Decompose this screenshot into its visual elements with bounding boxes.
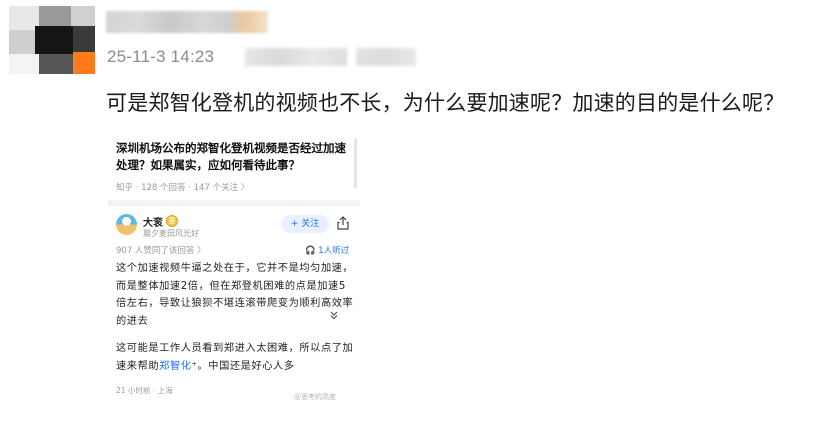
post-text: 可是郑智化登机的视频也不长，为什么要加速呢？加速的目的是什么呢？ [106, 91, 785, 115]
post-location-blurred [356, 48, 416, 66]
vote-count: 907 人赞同了该回答 〉 [116, 246, 206, 256]
follow-button: + 关注 [281, 215, 329, 233]
expand-chevron-icon [330, 311, 338, 320]
scroll-indicator [354, 138, 357, 188]
answerer-avatar [116, 214, 137, 235]
post-source-blurred [245, 48, 347, 66]
question-title: 深圳机场公布的郑智化登机视频是否经过加速 处理？如果属实，应如何看待此事？ [116, 141, 346, 172]
answerer-bio: 晨夕麦田风光好 [143, 229, 199, 238]
share-icon [337, 216, 349, 230]
answer-paragraph-1: 这个加速视频牛逼之处在于，它并不是均匀加速， 而是整体加速2倍，但在郑登机困难的… [116, 263, 354, 327]
username-blurred[interactable] [106, 11, 268, 33]
watermark: @思考的高度 [294, 393, 336, 401]
embedded-screenshot[interactable]: 深圳机场公布的郑智化登机视频是否经过加速 处理？如果属实，应如何看待此事？ 知乎… [108, 130, 360, 410]
post-timestamp: 25-11-3 14:23 [107, 47, 215, 66]
zheng-zhihua-link: 郑智化 [159, 360, 192, 372]
listen-count: 🎧 1人听过 [305, 246, 350, 256]
answer-paragraph-2: 这可能是工作人员看到郑进入太困难，所以点了加 速来帮助郑智化⁺。中国还是好心人多 [116, 343, 354, 372]
badge-icon: 答 [166, 215, 178, 227]
answer-footer: 21 小时前 · 上海 [116, 386, 173, 395]
avatar[interactable] [9, 6, 95, 74]
answerer-name: 大衮 [143, 218, 163, 229]
divider [108, 200, 360, 206]
question-meta: 知乎 · 128 个回答 · 147 个关注 〉 [116, 183, 250, 193]
